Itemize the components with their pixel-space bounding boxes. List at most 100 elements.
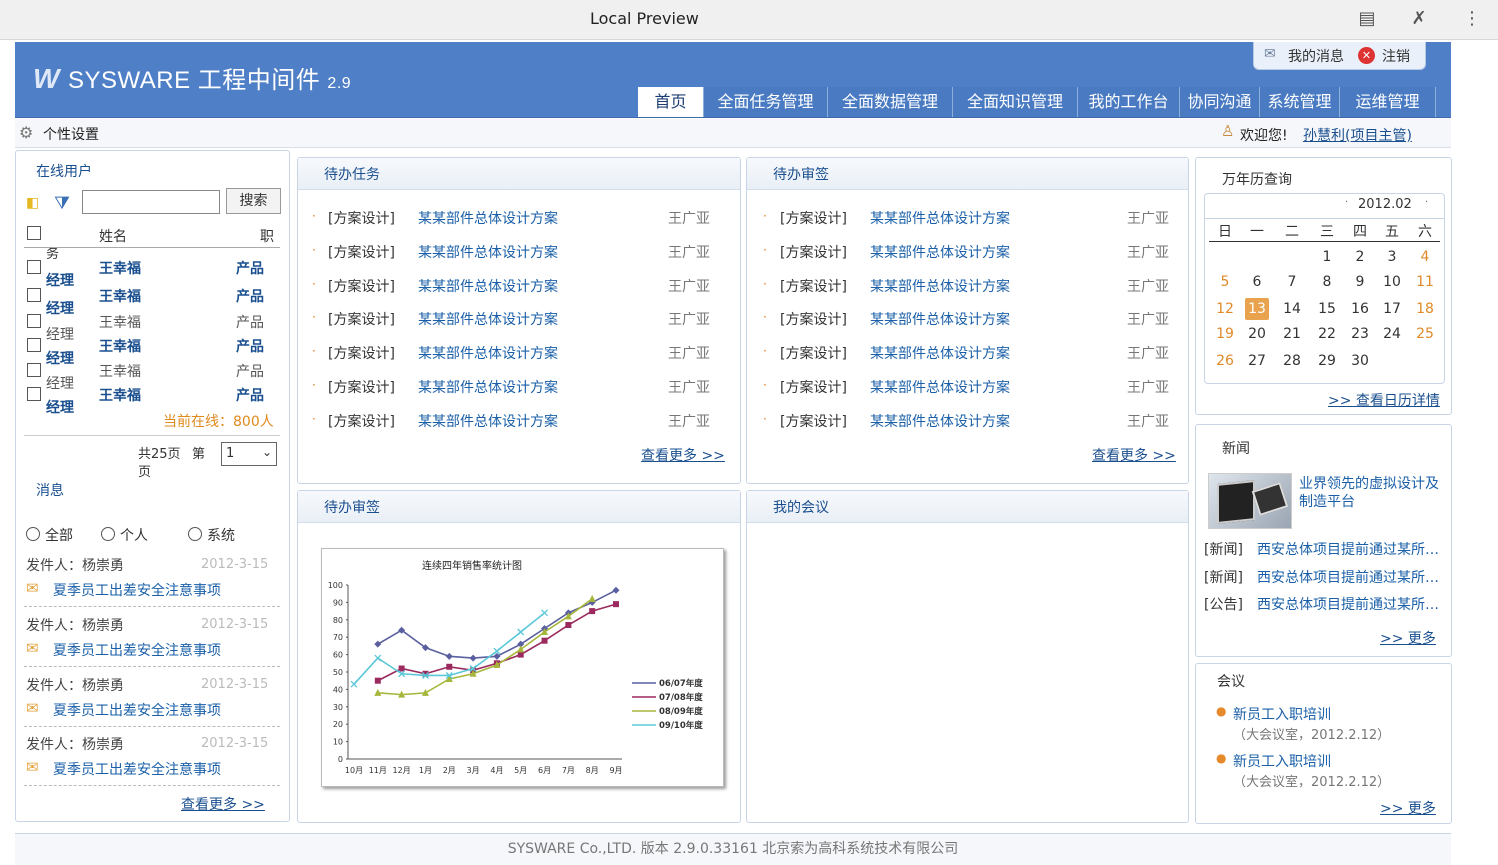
task-title-link[interactable]: 某某部件总体设计方案 [870,309,1010,329]
calendar-day[interactable]: 28 [1278,353,1306,369]
more-menu-icon[interactable]: ⋮ [1461,8,1483,30]
list-item[interactable]: · [方案设计] 某某部件总体设计方案 王广亚 [298,309,740,329]
list-item[interactable]: · [方案设计] 某某部件总体设计方案 王广亚 [747,309,1188,329]
list-item[interactable]: · [方案设计] 某某部件总体设计方案 王广亚 [298,242,740,262]
filter-icon[interactable]: ⧩ [54,193,70,214]
user-name[interactable]: 王幸福 [99,286,141,306]
table-row[interactable]: 王幸福 产品 经理 [16,361,289,392]
calendar-day[interactable]: 17 [1378,301,1406,317]
table-row[interactable]: 王幸福 产品 经理 [16,336,289,367]
calendar-day[interactable]: 27 [1243,353,1271,369]
task-title-link[interactable]: 某某部件总体设计方案 [870,276,1010,296]
news-item-link[interactable]: 西安总体项目提前通过某所… [1257,594,1449,614]
task-title-link[interactable]: 某某部件总体设计方案 [870,411,1010,431]
list-item[interactable]: · [方案设计] 某某部件总体设计方案 王广亚 [298,377,740,397]
calendar-day[interactable]: 24 [1378,326,1406,342]
task-title-link[interactable]: 某某部件总体设计方案 [418,276,558,296]
task-title-link[interactable]: 某某部件总体设计方案 [870,343,1010,363]
list-item[interactable]: · [方案设计] 某某部件总体设计方案 王广亚 [298,411,740,431]
reader-icon[interactable]: ▤ [1356,8,1378,30]
user-checkbox[interactable] [27,363,41,377]
task-title-link[interactable]: 某某部件总体设计方案 [870,208,1010,228]
table-row[interactable]: 王幸福 产品 经理 [16,258,289,289]
calendar-day[interactable]: 11 [1411,274,1439,290]
calendar-day[interactable]: 14 [1278,301,1306,317]
filter-personal-radio[interactable] [101,527,115,541]
calendar-day[interactable]: 6 [1243,274,1271,290]
calendar-day[interactable]: 3 [1378,249,1406,265]
todo-tasks-more-link[interactable]: 查看更多 >> [641,445,725,465]
calendar-day[interactable]: 8 [1313,274,1341,290]
calendar-day[interactable]: 21 [1278,326,1306,342]
calendar-day[interactable]: 29 [1313,353,1341,369]
calendar-day[interactable]: 25 [1411,326,1439,342]
calendar-day[interactable]: 20 [1243,326,1271,342]
message-subject-link[interactable]: 夏季员工出差安全注意事项 [53,759,221,779]
task-title-link[interactable]: 某某部件总体设计方案 [418,242,558,262]
filter-all-radio[interactable] [26,527,40,541]
user-checkbox[interactable] [27,387,41,401]
list-item[interactable]: · [方案设计] 某某部件总体设计方案 王广亚 [298,208,740,228]
user-name[interactable]: 王幸福 [99,336,141,356]
nav-tab-data[interactable]: 全面数据管理 [828,87,953,117]
user-name[interactable]: 王幸福 [99,312,141,332]
search-button[interactable]: 搜索 [226,188,281,214]
calendar-day[interactable]: 12 [1211,301,1239,317]
nav-tab-collab[interactable]: 协同沟通 [1180,87,1260,117]
nav-tab-home[interactable]: 首页 [638,87,704,117]
calendar-day[interactable]: 15 [1313,301,1341,317]
table-row[interactable]: 王幸福 产品 经理 [16,312,289,343]
nav-tab-knowledge[interactable]: 全面知识管理 [953,87,1078,117]
task-title-link[interactable]: 某某部件总体设计方案 [418,411,558,431]
nav-tab-tasks[interactable]: 全面任务管理 [704,87,828,117]
news-item-link[interactable]: 西安总体项目提前通过某所… [1257,539,1449,559]
close-preview-icon[interactable]: ✗ [1408,8,1430,30]
nav-tab-system[interactable]: 系统管理 [1260,87,1340,117]
calendar-details-link[interactable]: >> 查看日历详情 [1328,390,1440,410]
list-item[interactable]: · [方案设计] 某某部件总体设计方案 王广亚 [747,242,1188,262]
table-row[interactable]: 王幸福 产品 经理 [16,286,289,317]
logout-link[interactable]: 注销 [1382,46,1410,66]
meeting-item-link[interactable]: 新员工入职培训 [1233,704,1331,724]
news-thumbnail[interactable] [1208,473,1292,529]
calendar-day[interactable]: 22 [1313,326,1341,342]
task-title-link[interactable]: 某某部件总体设计方案 [870,377,1010,397]
calendar-day[interactable]: 5 [1211,274,1239,290]
task-title-link[interactable]: 某某部件总体设计方案 [418,377,558,397]
task-title-link[interactable]: 某某部件总体设计方案 [418,343,558,363]
nav-tab-workbench[interactable]: 我的工作台 [1078,87,1180,117]
calendar-day[interactable]: 2 [1346,249,1374,265]
calendar-day[interactable]: 9 [1346,274,1374,290]
list-item[interactable]: · [方案设计] 某某部件总体设计方案 王广亚 [747,343,1188,363]
calendar-day[interactable]: 10 [1378,274,1406,290]
calendar-day[interactable]: 7 [1278,274,1306,290]
calendar-day[interactable]: 26 [1211,353,1239,369]
calendar-day[interactable]: 4 [1411,249,1439,265]
message-subject-link[interactable]: 夏季员工出差安全注意事项 [53,580,221,600]
calendar-day[interactable]: 30 [1346,353,1374,369]
calendar-day[interactable]: 23 [1346,326,1374,342]
task-title-link[interactable]: 某某部件总体设计方案 [418,309,558,329]
user-checkbox[interactable] [27,288,41,302]
current-user-link[interactable]: 孙慧利(项目主管) [1303,125,1412,145]
calendar-day[interactable]: 1 [1313,249,1341,265]
filter-system-radio[interactable] [188,527,202,541]
user-search-input[interactable] [82,190,220,214]
select-all-checkbox[interactable] [27,226,41,240]
news-more-link[interactable]: >> 更多 [1380,628,1436,648]
list-item[interactable]: · [方案设计] 某某部件总体设计方案 王广亚 [747,276,1188,296]
list-item[interactable]: · [方案设计] 某某部件总体设计方案 王广亚 [747,377,1188,397]
user-checkbox[interactable] [27,314,41,328]
prev-month-button[interactable]: · [1345,197,1348,208]
user-name[interactable]: 王幸福 [99,258,141,278]
list-item[interactable]: · [方案设计] 某某部件总体设计方案 王广亚 [298,343,740,363]
todo-approve-more-link[interactable]: 查看更多 >> [1092,445,1176,465]
task-title-link[interactable]: 某某部件总体设计方案 [870,242,1010,262]
my-messages-link[interactable]: 我的消息 [1288,46,1344,66]
list-item[interactable]: · [方案设计] 某某部件总体设计方案 王广亚 [747,208,1188,228]
user-checkbox[interactable] [27,260,41,274]
list-item[interactable]: · [方案设计] 某某部件总体设计方案 王广亚 [747,411,1188,431]
nav-tab-ops[interactable]: 运维管理 [1340,87,1436,117]
calendar-day[interactable]: 16 [1346,301,1374,317]
task-title-link[interactable]: 某某部件总体设计方案 [418,208,558,228]
